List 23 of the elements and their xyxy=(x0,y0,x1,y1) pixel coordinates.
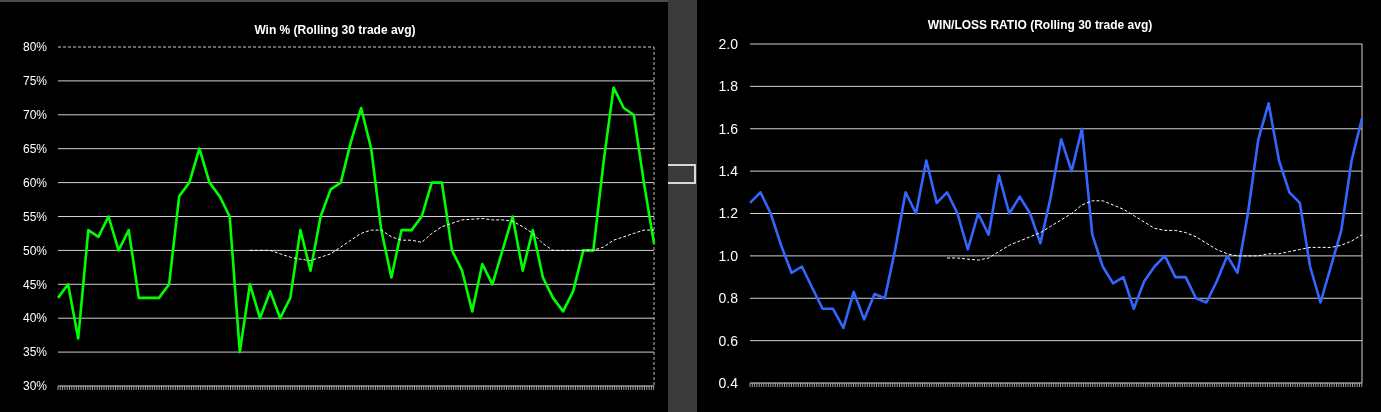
y-axis-label: 70% xyxy=(22,108,47,122)
y-axis-label: 55% xyxy=(22,209,47,224)
bracket-icon xyxy=(668,163,697,185)
y-axis-label: 0.4 xyxy=(718,374,738,391)
y-axis-label: 0.8 xyxy=(718,290,738,307)
chart-title: WIN/LOSS RATIO (Rolling 30 trade avg) xyxy=(927,18,1153,32)
chart-title: Win % (Rolling 30 trade avg) xyxy=(254,23,416,37)
y-axis-label: 1.2 xyxy=(718,205,738,222)
y-axis-label: 60% xyxy=(22,175,47,190)
y-axis-label: 45% xyxy=(22,277,47,292)
y-axis-label: 30% xyxy=(22,379,47,394)
y-axis-label: 1.0 xyxy=(718,247,738,264)
y-axis-label: 1.8 xyxy=(718,78,738,95)
y-axis-label: 0.6 xyxy=(718,332,738,349)
y-axis-label: 1.6 xyxy=(718,120,738,137)
y-axis-label: 1.4 xyxy=(718,163,738,179)
y-axis-label: 65% xyxy=(22,141,47,156)
y-axis-label: 35% xyxy=(22,345,47,360)
y-axis-label: 50% xyxy=(22,243,47,258)
y-axis-label: 75% xyxy=(22,74,47,89)
y-axis-label: 80% xyxy=(22,40,47,55)
y-axis-label: 40% xyxy=(22,311,47,326)
y-axis-label: 2.0 xyxy=(718,35,738,52)
